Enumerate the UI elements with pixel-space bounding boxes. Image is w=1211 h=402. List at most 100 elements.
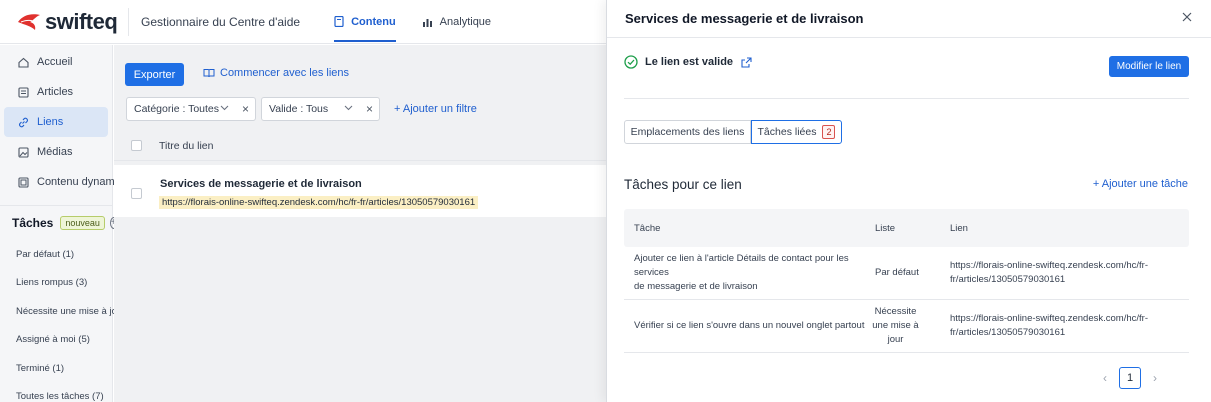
- next-page-icon[interactable]: ›: [1153, 371, 1157, 385]
- link-icon: [19, 117, 28, 127]
- panel-title: Services de messagerie et de livraison: [625, 11, 864, 26]
- article-icon: [18, 86, 29, 98]
- valid-status-text: Le lien est valide: [645, 56, 734, 68]
- tab-taches-liees[interactable]: Tâches liées 2: [751, 120, 842, 144]
- valid-filter[interactable]: Valide : Tous ×: [261, 97, 380, 121]
- book-icon: [203, 69, 215, 78]
- task-text-line: Vérifier si ce lien s'ouvre dans un nouv…: [634, 320, 865, 331]
- get-started-label: Commencer avec les liens: [220, 67, 349, 79]
- media-icon: [18, 146, 29, 158]
- edit-link-button[interactable]: Modifier le lien: [1109, 56, 1189, 77]
- table-row[interactable]: Ajouter ce lien à l'article Détails de c…: [624, 247, 1189, 300]
- column-list: Liste: [875, 222, 896, 234]
- sidebar-divider: [0, 205, 112, 206]
- dynamic-content-icon: [18, 176, 29, 188]
- category-filter-label: Catégorie : Toutes: [134, 103, 220, 115]
- sidebar-item-medias[interactable]: Médias: [0, 137, 112, 167]
- column-title-header: Titre du lien: [159, 139, 214, 152]
- link-status: Le lien est valide: [624, 55, 752, 69]
- external-link-icon[interactable]: [741, 56, 752, 68]
- swifteq-bird-icon: [18, 13, 40, 30]
- list-cell: Nécessite une mise à jour: [865, 305, 942, 347]
- link-text-line: https://florais-online-swifteq.zendesk.c…: [950, 260, 1148, 271]
- task-filter-par-defaut[interactable]: Par défaut (1): [0, 240, 112, 269]
- link-details-panel: Services de messagerie et de livraison L…: [606, 0, 1211, 402]
- list-text-line: Nécessite: [874, 306, 917, 317]
- sidebar-item-accueil[interactable]: Accueil: [0, 47, 112, 77]
- tab-taches-liees-label: Tâches liées: [757, 126, 817, 138]
- add-filter-link[interactable]: + Ajouter un filtre: [394, 103, 477, 115]
- select-all-checkbox[interactable]: [131, 140, 142, 151]
- link-text-line: fr/articles/13050579030161: [950, 327, 1066, 338]
- tasks-table: Tâche Liste Lien Ajouter ce lien à l'art…: [624, 209, 1189, 353]
- header-divider: [128, 7, 129, 36]
- link-cell: https://florais-online-swifteq.zendesk.c…: [942, 312, 1189, 340]
- task-filter-assigne-a-moi[interactable]: Assigné à moi (5): [0, 326, 112, 355]
- main-content: Exporter Commencer avec les liens Catégo…: [114, 45, 606, 402]
- tasks-header: Tâches nouveau +: [0, 212, 118, 234]
- add-task-link[interactable]: + Ajouter une tâche: [1093, 178, 1188, 190]
- tab-analytique-label: Analytique: [439, 15, 492, 28]
- valid-filter-label: Valide : Tous: [269, 103, 329, 115]
- chevron-down-icon: [220, 105, 229, 111]
- clear-filter-icon[interactable]: ×: [366, 102, 373, 116]
- check-circle-icon: [624, 55, 638, 69]
- home-icon: [18, 57, 29, 68]
- clear-filter-icon[interactable]: ×: [242, 102, 249, 116]
- swifteq-logo[interactable]: swifteq: [17, 9, 120, 35]
- tab-contenu[interactable]: Contenu: [334, 0, 396, 44]
- sidebar-item-articles[interactable]: Articles: [0, 77, 112, 107]
- app-title: Gestionnaire du Centre d'aide: [141, 14, 301, 29]
- sidebar-item-liens[interactable]: Liens: [4, 107, 108, 137]
- panel-header: Services de messagerie et de livraison: [607, 0, 1211, 38]
- column-link: Lien: [950, 222, 968, 234]
- new-badge: nouveau: [60, 216, 105, 230]
- panel-tabs: Emplacements des liens Tâches liées 2: [624, 120, 842, 144]
- task-text-line: de messagerie et de livraison: [634, 281, 758, 292]
- links-table-header: Titre du lien: [114, 131, 606, 161]
- category-filter[interactable]: Catégorie : Toutes ×: [126, 97, 256, 121]
- row-checkbox[interactable]: [131, 188, 142, 199]
- section-title: Tâches pour ce lien: [624, 177, 742, 192]
- link-text-line: fr/articles/13050579030161: [950, 274, 1066, 285]
- task-count-badge: 2: [822, 125, 836, 139]
- top-header: swifteq Gestionnaire du Centre d'aide Co…: [0, 0, 606, 44]
- sidebar-item-label: Articles: [37, 86, 74, 98]
- get-started-link[interactable]: Commencer avec les liens: [203, 67, 349, 79]
- tab-analytique[interactable]: Analytique: [422, 0, 491, 44]
- task-filter-termine[interactable]: Terminé (1): [0, 354, 112, 383]
- table-row[interactable]: Vérifier si ce lien s'ouvre dans un nouv…: [624, 300, 1189, 353]
- previous-page-icon[interactable]: ‹: [1103, 371, 1107, 385]
- link-url: https://florais-online-swifteq.zendesk.c…: [159, 196, 479, 209]
- logo-text: swifteq: [45, 8, 118, 34]
- tasks-title: Tâches: [12, 216, 54, 230]
- sidebar-item-label: Médias: [37, 146, 73, 158]
- task-cell: Vérifier si ce lien s'ouvre dans un nouv…: [624, 319, 865, 333]
- close-icon[interactable]: [1181, 11, 1193, 23]
- link-text-line: https://florais-online-swifteq.zendesk.c…: [950, 313, 1148, 324]
- sidebar: Accueil Articles Liens Médias Contenu dy…: [0, 45, 140, 402]
- tab-emplacements[interactable]: Emplacements des liens: [624, 120, 751, 144]
- column-task: Tâche: [634, 222, 661, 234]
- document-icon: [334, 16, 344, 27]
- list-text-line: Par défaut: [875, 267, 919, 278]
- task-filter-liens-rompus[interactable]: Liens rompus (3): [0, 269, 112, 298]
- task-filter-mise-a-jour[interactable]: Nécessite une mise à jour (3): [0, 297, 140, 326]
- table-row[interactable]: Services de messagerie et de livraison h…: [114, 165, 606, 217]
- link-title[interactable]: Services de messagerie et de livraison: [160, 178, 362, 190]
- chevron-down-icon: [344, 105, 353, 111]
- sidebar-item-contenu-dynamique[interactable]: Contenu dynamique: [0, 167, 135, 197]
- sidebar-item-label: Liens: [37, 116, 64, 128]
- task-cell: Ajouter ce lien à l'article Détails de c…: [624, 252, 865, 294]
- export-button[interactable]: Exporter: [125, 63, 184, 86]
- tasks-table-header: Tâche Liste Lien: [624, 209, 1189, 247]
- tab-contenu-label: Contenu: [351, 15, 396, 28]
- bar-chart-icon: [422, 18, 432, 27]
- list-text-line: une mise à jour: [872, 320, 919, 345]
- pagination: ‹ 1 ›: [1103, 367, 1157, 389]
- link-cell: https://florais-online-swifteq.zendesk.c…: [942, 259, 1189, 287]
- panel-divider: [624, 98, 1189, 99]
- task-filter-toutes[interactable]: Toutes les tâches (7): [0, 383, 112, 402]
- sidebar-item-label: Accueil: [37, 56, 73, 68]
- page-number-current[interactable]: 1: [1119, 367, 1141, 389]
